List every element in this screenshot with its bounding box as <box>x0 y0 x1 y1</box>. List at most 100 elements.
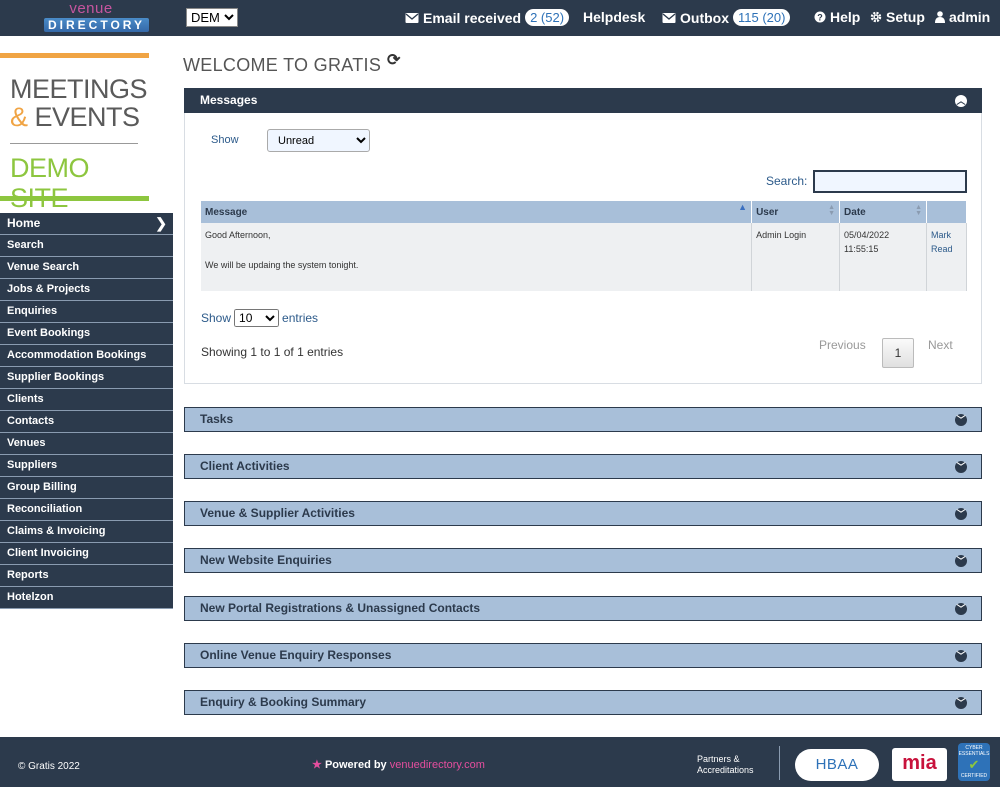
column-header-message[interactable]: Message ▲ <box>201 201 753 223</box>
filter-show-label: Show <box>211 134 239 146</box>
sidebar-item-enquiries[interactable]: Enquiries <box>0 301 173 323</box>
user-menu[interactable]: admin <box>935 9 990 25</box>
outbox-link[interactable]: Outbox 115 (20) <box>662 9 791 26</box>
logo-word-directory: DIRECTORY <box>44 18 150 32</box>
sidebar-item-venue-search[interactable]: Venue Search <box>0 257 173 279</box>
cyber-essentials-badge[interactable]: CYBER ESSENTIALS ✔ CERTIFIED <box>958 743 990 781</box>
mark-read-link[interactable]: Mark Read <box>926 223 967 291</box>
logo-word-venue: venue <box>69 0 113 17</box>
partners-label: Partners & Accreditations <box>697 754 754 776</box>
panel-title: Tasks <box>200 412 234 426</box>
chevron-down-icon[interactable]: ﹀ <box>955 555 967 567</box>
page-1-button[interactable]: 1 <box>882 338 914 368</box>
search-input[interactable] <box>813 170 967 193</box>
search-label: Search: <box>766 174 808 188</box>
powered-by-site: venuedirectory.com <box>389 759 485 771</box>
sidebar-item-label: Reports <box>7 569 49 581</box>
message-filter-select[interactable]: Unread <box>267 129 370 152</box>
sidebar-item-event-bookings[interactable]: Event Bookings <box>0 323 173 345</box>
brand-demo-site: DEMO SITE <box>10 153 90 213</box>
email-received-link[interactable]: Email received 2 (52) <box>405 9 570 26</box>
sidebar-item-label: Home <box>7 216 41 230</box>
previous-page-button[interactable]: Previous <box>819 338 866 352</box>
powered-by[interactable]: ★ Powered by venuedirectory.com <box>312 758 485 771</box>
partners-line: Partners & <box>697 754 740 764</box>
sidebar-item-suppliers[interactable]: Suppliers <box>0 455 173 477</box>
venue-supplier-activities-panel-header[interactable]: Venue & Supplier Activities ﹀ <box>184 501 982 526</box>
next-page-button[interactable]: Next <box>928 338 953 352</box>
sidebar-item-jobs-projects[interactable]: Jobs & Projects <box>0 279 173 301</box>
column-header-user[interactable]: User ▲ ▼ <box>751 201 841 223</box>
sidebar-item-label: Enquiries <box>7 305 58 317</box>
mark-read-text: Mark <box>931 230 951 240</box>
sidebar-item-contacts[interactable]: Contacts <box>0 411 173 433</box>
date-text: 05/04/2022 <box>844 230 890 240</box>
chevron-down-icon[interactable]: ﹀ <box>955 603 967 615</box>
online-venue-enquiry-responses-panel-header[interactable]: Online Venue Enquiry Responses ﹀ <box>184 643 982 668</box>
sidebar-item-clients[interactable]: Clients <box>0 389 173 411</box>
envelope-icon <box>662 12 676 23</box>
sidebar-item-reports[interactable]: Reports <box>0 565 173 587</box>
brand-events-word: EVENTS <box>27 102 141 132</box>
sidebar-item-client-invoicing[interactable]: Client Invoicing <box>0 543 173 565</box>
chevron-down-icon[interactable]: ﹀ <box>955 414 967 426</box>
entries-length-select[interactable]: 10 <box>234 309 280 327</box>
sort-icon: ▲ ▼ <box>915 204 922 217</box>
messages-panel-header[interactable]: Messages ︿ <box>184 88 982 113</box>
sidebar-item-reconciliation[interactable]: Reconciliation <box>0 499 173 521</box>
chevron-down-icon[interactable]: ﹀ <box>955 697 967 709</box>
refresh-icon[interactable]: ⟳ <box>387 50 400 70</box>
sidebar-item-label: Reconciliation <box>7 503 83 515</box>
chevron-down-icon[interactable]: ﹀ <box>955 508 967 520</box>
column-header-date[interactable]: Date ▲ ▼ <box>839 201 927 223</box>
sidebar-item-label: Claims & Invoicing <box>7 525 106 537</box>
help-link[interactable]: ? Help <box>814 9 860 25</box>
entries-length-control: Show 10 entries <box>201 309 318 327</box>
sidebar-item-hotelzon[interactable]: Hotelzon <box>0 587 173 609</box>
sidebar-item-group-billing[interactable]: Group Billing <box>0 477 173 499</box>
sidebar-item-supplier-bookings[interactable]: Supplier Bookings <box>0 367 173 389</box>
page-title: WELCOME TO GRATIS <box>183 55 382 75</box>
client-activities-panel-header[interactable]: Client Activities ﹀ <box>184 454 982 479</box>
venue-directory-logo[interactable]: venue DIRECTORY <box>44 0 150 32</box>
portal-registrations-panel-header[interactable]: New Portal Registrations & Unassigned Co… <box>184 596 982 621</box>
panel-title: Online Venue Enquiry Responses <box>200 648 392 662</box>
brand-green-bar <box>0 196 149 201</box>
check-icon: ✔ <box>968 757 980 772</box>
date-cell: 05/04/2022 11:55:15 <box>839 223 927 291</box>
gear-icon <box>870 11 882 23</box>
sidebar-item-label: Supplier Bookings <box>7 371 105 383</box>
hbaa-logo-text: HBAA <box>815 756 859 773</box>
panel-title: New Website Enquiries <box>200 553 332 567</box>
sidebar-item-search[interactable]: Search <box>0 235 173 257</box>
enquiry-booking-summary-panel-header[interactable]: Enquiry & Booking Summary ﹀ <box>184 690 982 715</box>
meetings-events-brand: MEETINGS & EVENTS DEMO SITE <box>0 53 149 213</box>
outbox-count-badge: 115 (20) <box>733 9 791 26</box>
svg-text:?: ? <box>817 13 823 23</box>
new-website-enquiries-panel-header[interactable]: New Website Enquiries ﹀ <box>184 548 982 573</box>
mia-logo-text: mia <box>902 752 937 774</box>
sidebar-item-claims-invoicing[interactable]: Claims & Invoicing <box>0 521 173 543</box>
hbaa-logo[interactable]: HBAA <box>795 749 879 781</box>
sidebar-item-home[interactable]: Home ❯ <box>0 213 173 235</box>
sort-icon: ▲ ▼ <box>828 204 836 217</box>
brand-line-meetings: MEETINGS <box>10 74 148 104</box>
partners-line: Accreditations <box>697 765 754 775</box>
setup-link[interactable]: Setup <box>870 9 925 25</box>
helpdesk-link[interactable]: Helpdesk <box>583 9 645 25</box>
chevron-up-icon[interactable]: ︿ <box>955 95 967 107</box>
chevron-down-icon[interactable]: ﹀ <box>955 650 967 662</box>
sidebar-item-label: Search <box>7 239 44 251</box>
footer: © Gratis 2022 ★ Powered by venuedirector… <box>0 737 1000 787</box>
tasks-panel-header[interactable]: Tasks ﹀ <box>184 407 982 432</box>
helpdesk-label: Helpdesk <box>583 9 646 25</box>
site-select[interactable]: DEM <box>186 8 238 27</box>
sidebar-item-label: Jobs & Projects <box>7 283 91 295</box>
length-entries-label: entries <box>282 311 319 325</box>
chevron-down-icon[interactable]: ﹀ <box>955 461 967 473</box>
mia-logo[interactable]: mia <box>892 748 947 781</box>
top-bar: venue DIRECTORY DEM Email received 2 (52… <box>0 0 1000 36</box>
question-circle-icon: ? <box>814 11 826 23</box>
sidebar-item-venues[interactable]: Venues <box>0 433 173 455</box>
sidebar-item-accommodation-bookings[interactable]: Accommodation Bookings <box>0 345 173 367</box>
